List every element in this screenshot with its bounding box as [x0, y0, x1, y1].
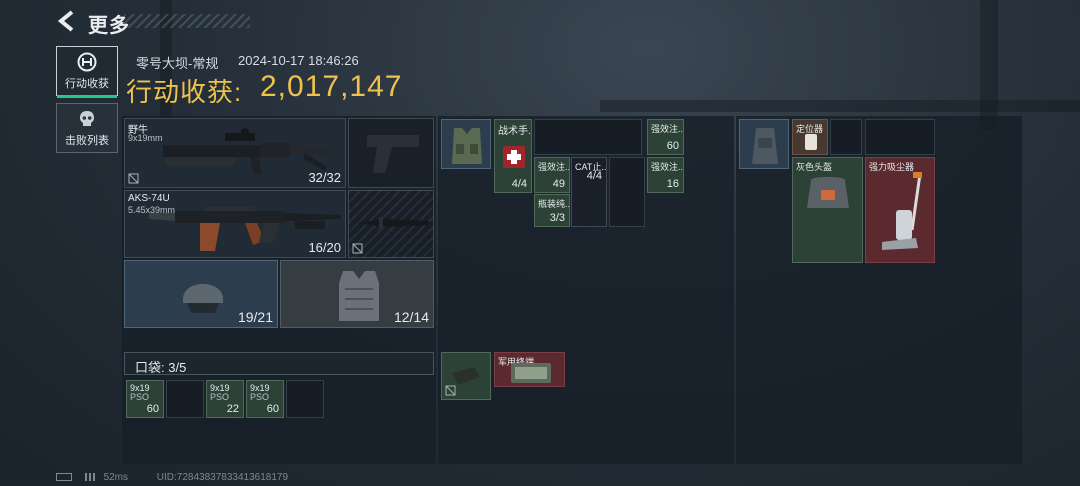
armor-slot[interactable]: 12/14: [280, 260, 434, 328]
pouch-item-terminal[interactable]: 军用终端: [494, 352, 565, 387]
tab-kills-label: 击败列表: [65, 134, 109, 147]
rig-item-tactical[interactable]: 战术手... 4/4: [494, 119, 532, 193]
battery-icon: [56, 473, 72, 482]
tab-haul[interactable]: 行动收获: [56, 46, 118, 98]
melee-slot[interactable]: [348, 190, 434, 258]
map-mode-label: 零号大坝-常规: [136, 56, 219, 71]
rig-item-name: 战术手...: [498, 126, 531, 137]
background-post: [980, 0, 998, 130]
rig-item-stim1[interactable]: 强效注... 60: [647, 119, 684, 155]
rig-item-stim2[interactable]: 强效注... 49: [534, 157, 570, 193]
pocket-item-count: 60: [146, 403, 159, 415]
helmet-durability: 19/21: [237, 309, 273, 325]
pocket-item-1[interactable]: 9x19 PSO 60: [126, 380, 164, 418]
backpack-item-vacuum[interactable]: 强力吸尘器: [865, 157, 935, 263]
secondary-weapon-name: AKS-74U: [128, 193, 170, 204]
secondary-weapon-ammo: 16/20: [308, 240, 341, 255]
backpack-slot[interactable]: [739, 119, 789, 169]
chest-rig-icon: [452, 128, 482, 164]
backpack-item-gray-box[interactable]: 灰色头盔: [792, 157, 863, 263]
backpack-item-name: 灰色头盔: [796, 162, 833, 172]
pocket-item-count: 60: [266, 403, 279, 415]
background-beam: [600, 100, 1080, 112]
terminal-icon: [511, 363, 551, 383]
armor-durability: 12/14: [393, 309, 429, 325]
pocket-item-sub: PSO: [130, 392, 150, 402]
no-insurance-icon: [128, 173, 139, 184]
rig-item-count: 3/3: [549, 212, 565, 224]
pocket-item-3[interactable]: 9x19 PSO 60: [246, 380, 284, 418]
tab-haul-label: 行动收获: [65, 77, 109, 90]
pocket-item-sub: PSO: [210, 392, 230, 402]
helmet-slot[interactable]: 19/21: [124, 260, 278, 328]
rig-item-count: 16: [666, 178, 679, 190]
tactical-kit-icon: [503, 146, 525, 168]
secondary-weapon-caliber: 5.45x39mm: [128, 205, 176, 215]
haul-icon: [77, 52, 97, 71]
rig-item-name: 强效注...: [651, 162, 684, 172]
rig-slot-empty: [534, 119, 642, 155]
helmet-icon: [183, 284, 223, 313]
signal-icon: [84, 473, 97, 482]
pocket-item-sub: PSO: [250, 392, 270, 402]
pocket-label: 口袋: 3/5: [135, 360, 187, 375]
haul-label: 行动收获:: [126, 77, 243, 107]
rig-item-count: 49: [552, 178, 565, 190]
uid-value: UID:7284383783341361817​9: [156, 472, 289, 483]
skull-icon: [80, 110, 94, 126]
pocket-item-count: 22: [226, 403, 239, 415]
rig-item-name: 瓶装纯...: [538, 199, 570, 209]
primary-weapon-ammo: 32/32: [308, 170, 341, 185]
status-bar: 52ms UID:7284383783341361817​9: [56, 472, 288, 483]
sidearm-slot[interactable]: [348, 118, 434, 188]
pocket-header: 口袋: 3/5: [124, 352, 434, 375]
rig-slot-empty: [609, 157, 645, 227]
haul-value: 2,017,147: [260, 70, 403, 103]
knife-icon: [357, 217, 429, 229]
rig-item-stim3[interactable]: 强效注... 16: [647, 157, 684, 193]
rig-item-name: 强效注...: [651, 124, 684, 134]
header-stripe-decoration: [124, 14, 250, 28]
pocket-slot-empty: [166, 380, 204, 418]
ping-value: 52ms: [103, 472, 129, 483]
body-armor-icon: [339, 271, 379, 321]
no-insurance-icon: [445, 385, 456, 396]
pocket-item-2[interactable]: 9x19 PSO 22: [206, 380, 244, 418]
rig-item-name: 强效注...: [538, 162, 570, 172]
rig-item-count: 4/4: [586, 170, 602, 182]
rig-item-count: 60: [666, 140, 679, 152]
chest-rig-slot[interactable]: [441, 119, 491, 169]
rig-item-count: 4/4: [511, 178, 527, 190]
vacuum-icon: [882, 172, 922, 250]
primary-weapon-caliber: 9x19mm: [128, 133, 163, 143]
rig-item-cat[interactable]: CAT止... 4/4: [571, 157, 607, 227]
backpack-slot-empty: [865, 119, 935, 155]
secondary-weapon-slot[interactable]: AKS-74U 5.45x39mm 16/20: [124, 190, 346, 258]
rig-item-bottle[interactable]: 瓶装纯... 3/3: [534, 194, 570, 227]
backpack-item-locator[interactable]: 定位器: [792, 119, 828, 155]
pistol-icon: [367, 135, 419, 173]
back-arrow-icon[interactable]: [58, 10, 78, 32]
tab-kills[interactable]: 击败列表: [56, 103, 118, 153]
pocket-slot-empty: [286, 380, 324, 418]
no-insurance-icon: [352, 243, 363, 254]
match-timestamp: 2024-10-17 18:46:26: [238, 53, 359, 68]
locator-icon: [805, 134, 817, 150]
backpack-slot-empty: [830, 119, 862, 155]
pouch-slot[interactable]: [441, 352, 491, 400]
primary-weapon-slot[interactable]: 野牛 9x19mm 32/32: [124, 118, 346, 188]
gray-box-icon: [807, 177, 849, 208]
backpack-icon: [752, 128, 778, 164]
